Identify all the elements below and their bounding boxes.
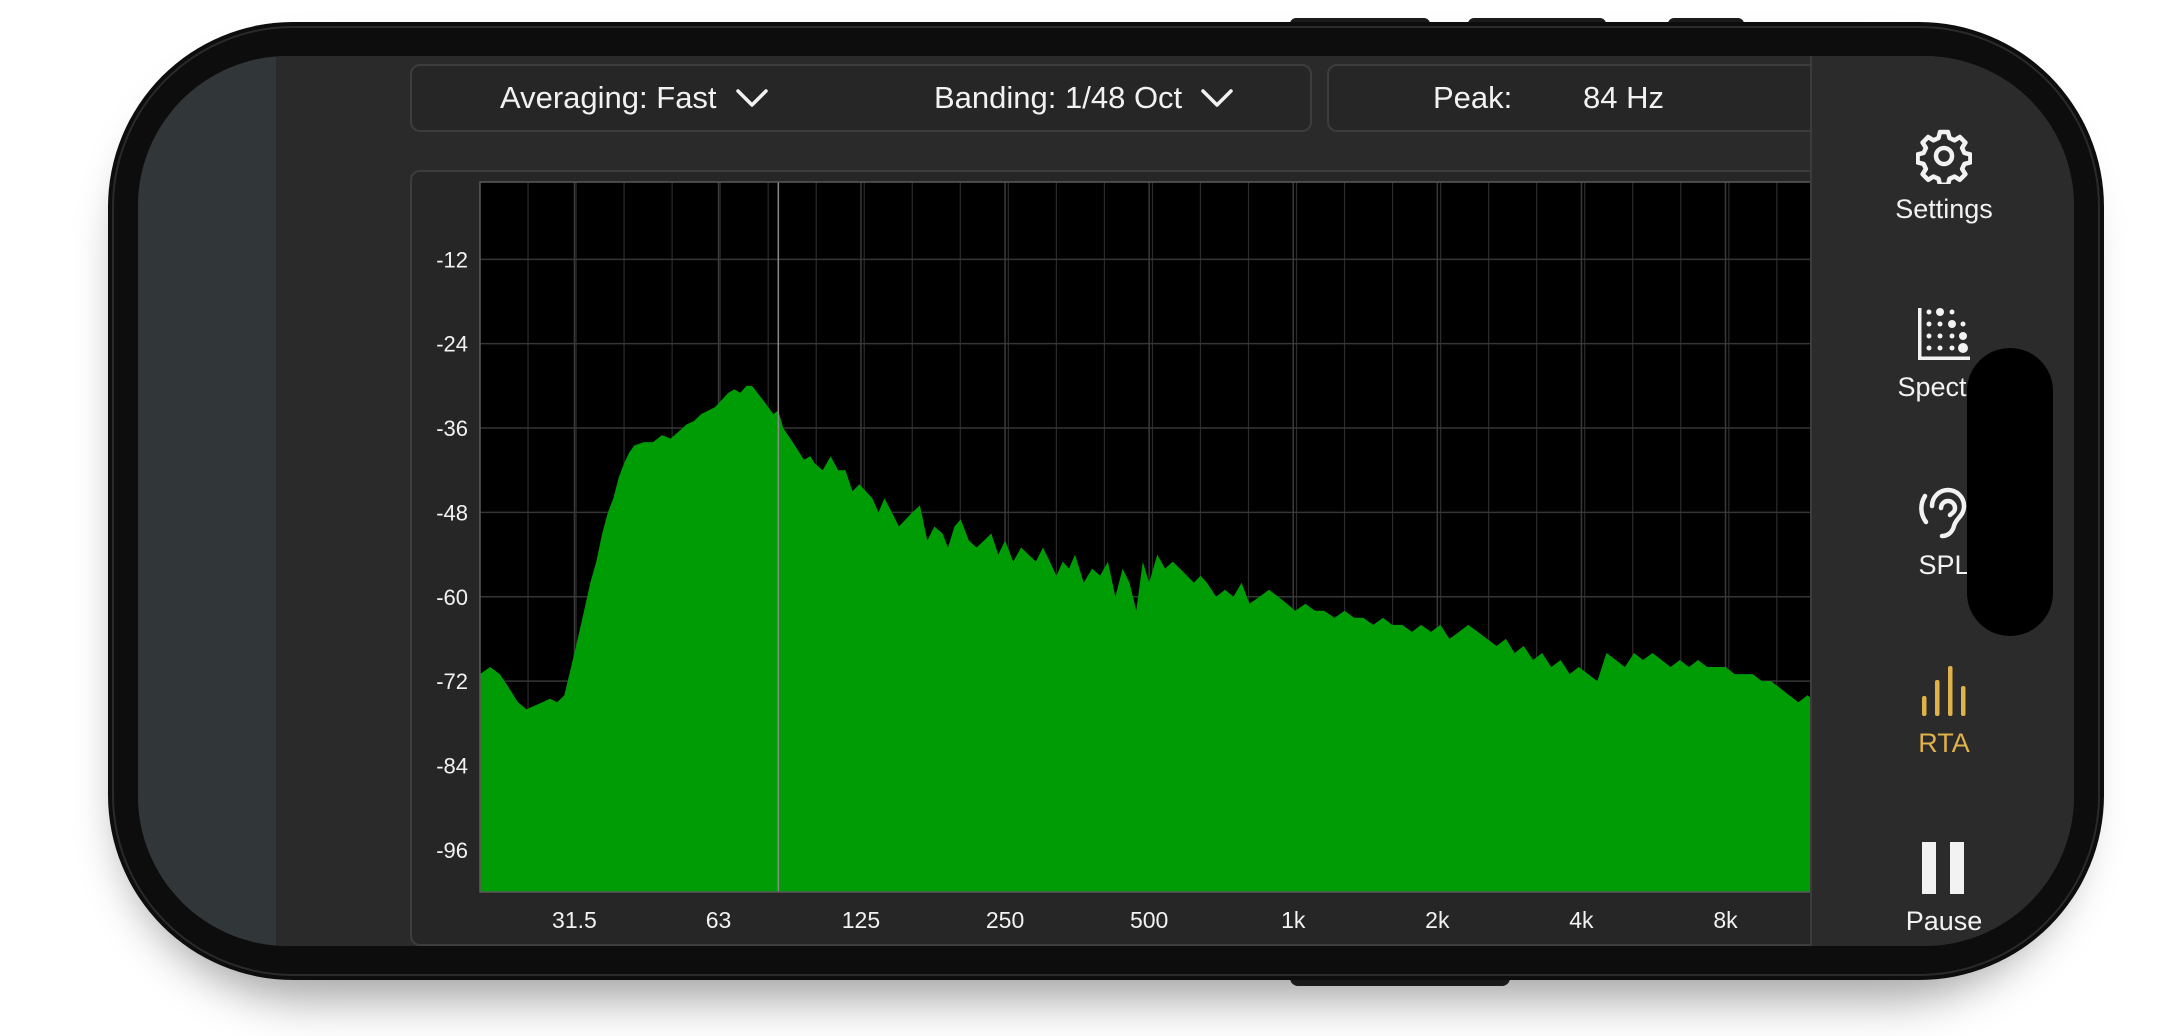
app-screen: Averaging: Fast Banding: 1/48 Oct Peak: … <box>138 56 2074 946</box>
y-tick-label: -12 <box>436 247 468 272</box>
x-tick-label: 250 <box>986 907 1024 933</box>
x-axis-labels: 31.5631252505001k2k4k8k16k <box>552 907 1889 933</box>
x-tick-label: 125 <box>842 907 880 933</box>
nav-label: Settings <box>1895 194 1993 224</box>
x-tick-label: 1k <box>1281 907 1306 933</box>
rta-bars-icon <box>1922 666 1966 716</box>
x-tick-label: 2k <box>1425 907 1450 933</box>
nav-label: Pause <box>1905 906 1983 936</box>
dynamic-island <box>1967 348 2053 636</box>
averaging-dropdown[interactable]: Averaging: Fast <box>500 66 769 130</box>
y-tick-label: -24 <box>436 332 468 357</box>
x-tick-label: 31.5 <box>552 907 597 933</box>
x-tick-label: 500 <box>1130 907 1168 933</box>
y-tick-label: -84 <box>436 753 468 778</box>
spectrogram-icon <box>1918 308 1970 360</box>
nav-settings[interactable]: Settings <box>1812 124 2074 225</box>
y-tick-label: -48 <box>436 500 468 525</box>
nav-rta[interactable]: RTA <box>1812 658 2074 759</box>
ear-icon <box>1919 487 1967 539</box>
x-tick-label: 8k <box>1713 907 1738 933</box>
x-tick-label: 63 <box>706 907 732 933</box>
rta-chart-frame: -12 -24 -36 -48 -60 -72 -84 -96 31.5 63 125 250 500… <box>410 170 1932 946</box>
nav-label: RTA <box>1918 728 1970 758</box>
y-tick-label: -96 <box>436 838 468 863</box>
nav-pause[interactable]: Pause <box>1812 836 2074 937</box>
rta-chart[interactable]: -12 -24 -36 -48 -60 -72 -84 -96 31.5 63 125 250 500… <box>412 172 1934 946</box>
phone-frame: Averaging: Fast Banding: 1/48 Oct Peak: … <box>108 22 2104 980</box>
averaging-label: Averaging: Fast <box>500 80 717 115</box>
chevron-down-icon <box>735 89 768 107</box>
banding-dropdown[interactable]: Banding: 1/48 Oct <box>934 66 1234 130</box>
peak-value: 84 Hz <box>1583 80 1664 115</box>
options-toolbar: Averaging: Fast Banding: 1/48 Oct <box>410 64 1312 132</box>
left-safe-area <box>138 56 276 946</box>
peak-label: Peak: <box>1433 80 1513 115</box>
pause-icon <box>1922 842 1964 894</box>
y-tick-label: -36 <box>436 416 468 441</box>
y-tick-label: -60 <box>436 585 468 610</box>
y-tick-label: -72 <box>436 669 468 694</box>
banding-label: Banding: 1/48 Oct <box>934 80 1183 115</box>
chevron-down-icon <box>1201 89 1233 107</box>
x-tick-label: 4k <box>1569 907 1594 933</box>
gear-icon <box>1916 129 1972 184</box>
y-axis-labels: -12 -24 -36 -48 -60 -72 -84 -96 <box>436 247 468 862</box>
main-area: Averaging: Fast Banding: 1/48 Oct Peak: … <box>276 56 1946 946</box>
nav-label: SPL <box>1918 550 1970 580</box>
